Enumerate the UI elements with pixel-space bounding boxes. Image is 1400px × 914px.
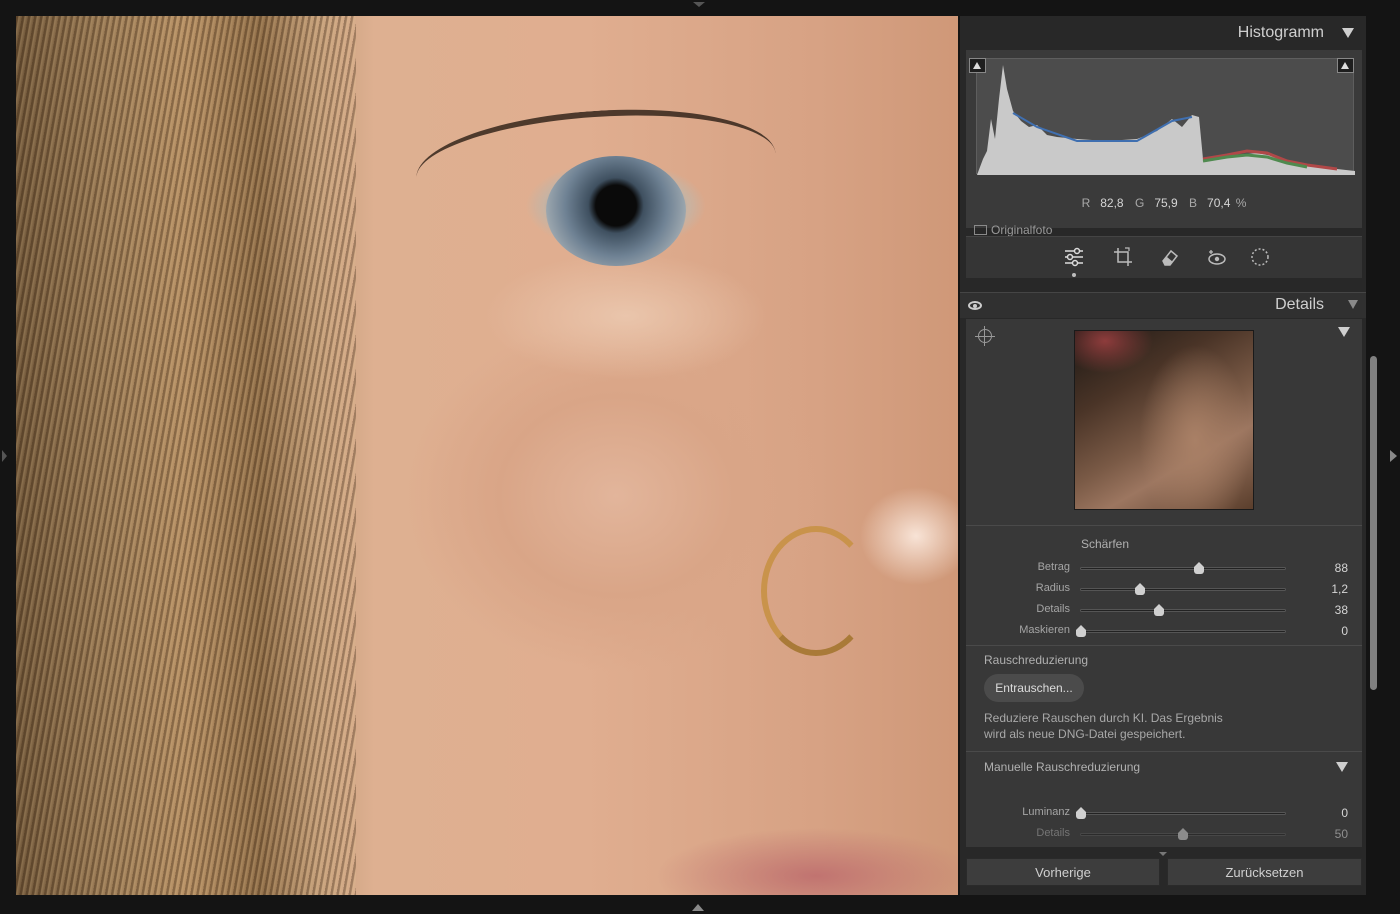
slider-thumb[interactable]: [1135, 583, 1146, 595]
slider-label: Betrag: [1037, 561, 1070, 573]
original-photo-icon: [974, 225, 987, 235]
slider-row: Kontrast0: [966, 845, 1362, 847]
denoise-button[interactable]: Entrauschen...: [984, 674, 1084, 702]
slider-thumb[interactable]: [1076, 625, 1086, 637]
footer-arrow-icon: [1159, 852, 1167, 856]
collapse-triangle-icon[interactable]: [1342, 28, 1354, 38]
sharpen-section: Schärfen Betrag 88 Radius 1,2 Details 38 Maski…: [966, 525, 1362, 645]
slider-thumb[interactable]: [1194, 562, 1205, 574]
slider-value[interactable]: 50: [1335, 827, 1348, 841]
noise-description-line: wird als neue DNG-Datei gespeichert.: [984, 727, 1186, 741]
mask-icon[interactable]: [1249, 246, 1271, 268]
sliders-icon[interactable]: [1063, 246, 1085, 268]
b-value: 70,4: [1207, 196, 1231, 210]
slider-row: Maskieren 0: [966, 621, 1362, 641]
percent-unit: %: [1235, 196, 1247, 210]
reset-button[interactable]: Zurücksetzen: [1167, 858, 1362, 886]
slider-value[interactable]: 38: [1335, 603, 1348, 617]
slider-label: Details: [1036, 603, 1070, 615]
right-panel-toggle-icon[interactable]: [1390, 450, 1397, 462]
slider-track[interactable]: [1076, 807, 1286, 819]
slider-row: Radius 1,2: [966, 579, 1362, 599]
slider-track[interactable]: [1076, 625, 1286, 637]
slider-row: Betrag 88: [966, 558, 1362, 578]
g-value: 75,9: [1154, 196, 1178, 210]
target-icon[interactable]: [975, 326, 995, 346]
slider-label: Radius: [1035, 582, 1070, 594]
scrollbar-thumb[interactable]: [1370, 356, 1377, 690]
details-title: Details: [1275, 296, 1324, 313]
slider-label: Maskieren: [1019, 624, 1070, 636]
right-panel: Histogramm R 82,8 G 75,9 B 70,4 % Origin…: [960, 16, 1366, 895]
crop-icon[interactable]: [1112, 246, 1134, 268]
photo-hair: [16, 16, 356, 895]
g-label: G: [1134, 196, 1145, 210]
slider-value[interactable]: 0: [1341, 624, 1348, 638]
b-label: B: [1189, 196, 1198, 210]
slider-track[interactable]: [1080, 828, 1286, 840]
eye-icon[interactable]: [968, 301, 982, 310]
panel-scrollbar[interactable]: [1368, 290, 1378, 850]
noise-description: Reduziere Rauschen durch KI. Das Ergebni…: [984, 710, 1284, 742]
r-label: R: [1081, 196, 1091, 210]
slider-row: Details 38: [966, 600, 1362, 620]
previous-button[interactable]: Vorherige: [966, 858, 1160, 886]
original-photo-toggle[interactable]: Originalfoto: [974, 223, 1052, 237]
histogram-title: Histogramm: [1237, 24, 1324, 41]
details-header[interactable]: Details: [960, 292, 1366, 318]
sharpen-label: Schärfen: [1081, 537, 1130, 551]
slider-value[interactable]: 0: [1341, 806, 1348, 820]
active-tool-indicator: [1072, 273, 1076, 277]
preview-collapse-triangle-icon[interactable]: [1338, 327, 1350, 337]
histogram-graph: [976, 58, 1355, 175]
slider-row: Details 50: [966, 824, 1362, 844]
slider-value[interactable]: 1,2: [1331, 582, 1348, 596]
slider-thumb[interactable]: [1178, 828, 1188, 840]
noise-reduction-section: Rauschreduzierung Entrauschen... Reduzie…: [966, 645, 1362, 751]
detail-preview-image[interactable]: [1074, 330, 1254, 510]
histogram: R 82,8 G 75,9 B 70,4 % Originalfoto: [966, 50, 1362, 237]
redeye-icon[interactable]: [1206, 246, 1228, 268]
funnel-icon[interactable]: [1348, 300, 1358, 309]
app-window: Histogramm R 82,8 G 75,9 B 70,4 % Origin…: [0, 0, 1400, 914]
r-value: 82,8: [1100, 196, 1124, 210]
detail-preview-section: [966, 319, 1362, 525]
slider-row: Luminanz 0: [966, 803, 1362, 823]
tool-strip: [966, 236, 1362, 278]
footer-bar: Vorherige Zurücksetzen: [960, 852, 1366, 895]
slider-track[interactable]: [1080, 583, 1286, 595]
left-panel-toggle-icon[interactable]: [2, 450, 7, 462]
manual-noise-section: Manuelle Rauschreduzierung Luminanz 0 Deta…: [966, 751, 1362, 847]
slider-track[interactable]: [1080, 604, 1286, 616]
eraser-icon[interactable]: [1159, 246, 1181, 268]
slider-value[interactable]: 88: [1335, 561, 1348, 575]
slider-track[interactable]: [1080, 562, 1286, 574]
shadow-clipping-button[interactable]: [969, 58, 986, 73]
histogram-header[interactable]: Histogramm: [960, 16, 1366, 48]
noise-reduction-label: Rauschreduzierung: [984, 653, 1089, 667]
manual-noise-label: Manuelle Rauschreduzierung: [984, 760, 1141, 774]
filmstrip-toggle-icon[interactable]: [692, 904, 704, 911]
slider-label: Details: [1036, 827, 1070, 839]
slider-thumb[interactable]: [1153, 604, 1164, 616]
photo-eye: [546, 156, 686, 266]
slider-label: Luminanz: [1022, 806, 1070, 818]
photo-nose-ring: [761, 526, 871, 656]
top-panel-toggle-icon[interactable]: [693, 2, 705, 7]
slider-thumb[interactable]: [1076, 807, 1086, 819]
noise-description-line: Reduziere Rauschen durch KI. Das Ergebni…: [984, 711, 1223, 725]
rgb-readout: R 82,8 G 75,9 B 70,4 %: [966, 196, 1362, 210]
photo-canvas[interactable]: [16, 16, 958, 895]
manual-collapse-triangle-icon[interactable]: [1336, 762, 1348, 772]
histogram-curve-icon: [977, 65, 1355, 175]
original-photo-label: Originalfoto: [991, 223, 1053, 237]
highlight-clipping-button[interactable]: [1337, 58, 1354, 73]
